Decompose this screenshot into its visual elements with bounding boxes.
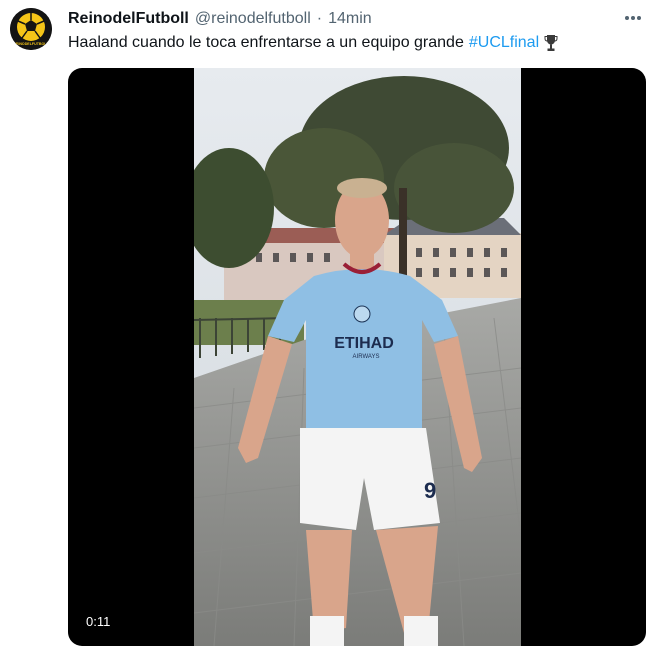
shirt-sponsor: ETIHAD	[334, 335, 394, 352]
author-display-name[interactable]: ReinodelFutboll	[68, 10, 189, 28]
trophy-icon	[544, 35, 558, 51]
tweet-text: Haaland cuando le toca enfrentarse a un …	[68, 32, 558, 54]
video-frame: ETIHAD AIRWAYS 9	[194, 68, 521, 646]
video-duration: 0:11	[80, 612, 117, 631]
shirt-sponsor-sub: AIRWAYS	[353, 354, 380, 360]
shorts-number: 9	[424, 478, 436, 503]
tweet-body: Haaland cuando le toca enfrentarse a un …	[68, 34, 464, 51]
avatar[interactable]: REINODELFUTBOLL	[10, 8, 52, 50]
author-handle[interactable]: @reinodelfutboll	[195, 10, 311, 28]
timestamp[interactable]: 14min	[328, 10, 372, 28]
more-options-button[interactable]	[621, 8, 645, 28]
video-thumbnail: ETIHAD AIRWAYS 9	[194, 68, 521, 646]
avatar-logo-text: REINODELFUTBOLL	[13, 42, 49, 46]
separator-dot: ·	[316, 10, 323, 27]
tweet-header: ReinodelFutboll @reinodelfutboll · 14min	[68, 8, 372, 30]
video-player[interactable]: ETIHAD AIRWAYS 9 0:11	[68, 68, 646, 646]
soccer-ball-logo-icon: REINODELFUTBOLL	[10, 8, 52, 50]
more-horizontal-icon	[625, 16, 641, 20]
hashtag-link[interactable]: #UCLfinal	[469, 32, 539, 54]
